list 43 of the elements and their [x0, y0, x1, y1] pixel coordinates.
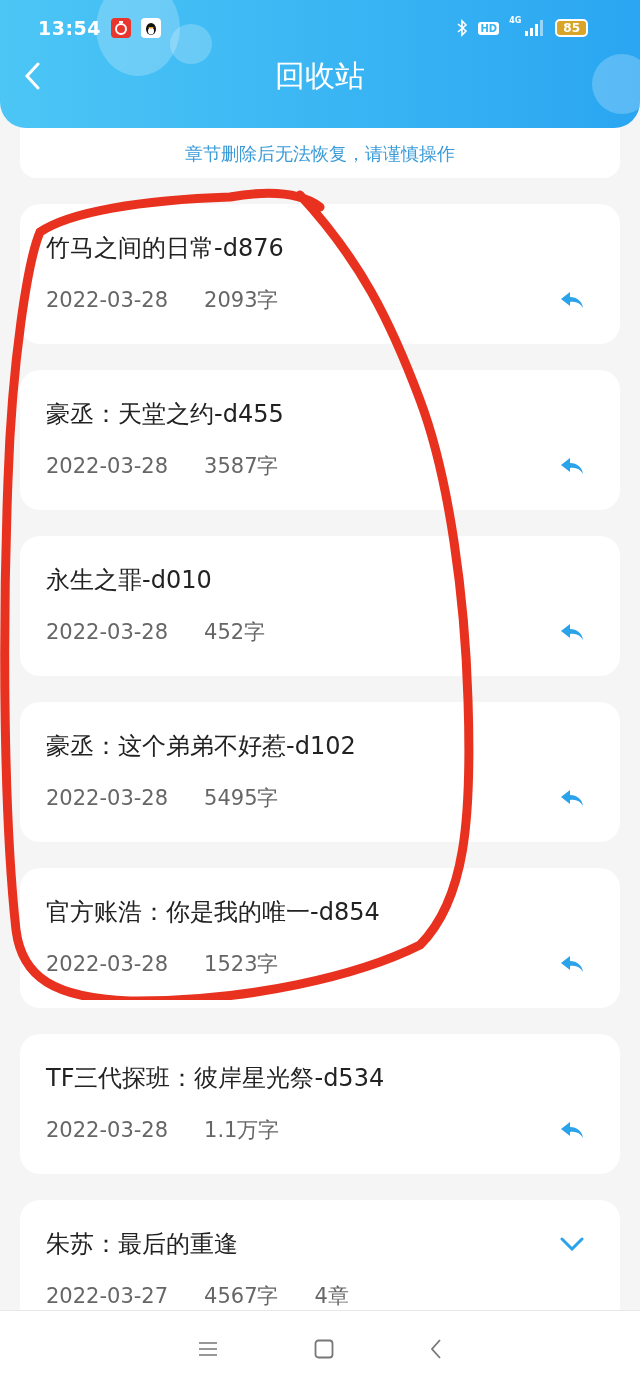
battery-indicator: 85 — [555, 19, 588, 37]
back-icon[interactable] — [430, 1339, 442, 1359]
item-date: 2022-03-28 — [46, 454, 169, 478]
item-title: 竹马之间的日常-d876 — [46, 233, 284, 264]
word-count: 1523字 — [204, 951, 279, 978]
item-title: TF三代探班：彼岸星光祭-d534 — [46, 1063, 385, 1094]
restore-icon[interactable] — [560, 955, 584, 973]
restore-icon[interactable] — [560, 623, 584, 641]
word-count: 1.1万字 — [204, 1117, 280, 1144]
app-icon — [111, 18, 131, 38]
item-date: 2022-03-27 — [46, 1284, 169, 1308]
chapter-count: 4章 — [314, 1283, 349, 1310]
item-title: 朱苏：最后的重逢 — [46, 1229, 238, 1260]
word-count: 2093字 — [204, 287, 279, 314]
item-title: 豪丞：天堂之约-d455 — [46, 399, 284, 430]
item-title: 永生之罪-d010 — [46, 565, 212, 596]
home-icon[interactable] — [314, 1339, 334, 1359]
menu-icon[interactable] — [198, 1341, 218, 1357]
item-title: 官方账浩：你是我的唯一-d854 — [46, 897, 380, 928]
chevron-icon[interactable] — [560, 1237, 584, 1251]
restore-icon[interactable] — [560, 457, 584, 475]
word-count: 5495字 — [204, 785, 279, 812]
item-date: 2022-03-28 — [46, 288, 169, 312]
restore-icon[interactable] — [560, 1121, 584, 1139]
penguin-icon — [141, 18, 161, 38]
item-date: 2022-03-28 — [46, 786, 169, 810]
signal-icon — [523, 20, 546, 36]
item-title: 豪丞：这个弟弟不好惹-d102 — [46, 731, 356, 762]
item-date: 2022-03-28 — [46, 1118, 169, 1142]
word-count: 452字 — [204, 619, 266, 646]
restore-icon[interactable] — [560, 789, 584, 807]
hd-badge: HD — [478, 21, 500, 35]
network-label: 4G — [509, 16, 522, 25]
word-count: 3587字 — [204, 453, 279, 480]
item-date: 2022-03-28 — [46, 620, 169, 644]
item-date: 2022-03-28 — [46, 952, 169, 976]
word-count: 4567字 — [204, 1283, 279, 1310]
status-time: 13:54 — [38, 17, 101, 39]
bubble-decoration — [592, 54, 640, 114]
restore-icon[interactable] — [560, 291, 584, 309]
bluetooth-icon — [456, 19, 469, 37]
page-title: 回收站 — [275, 56, 365, 95]
warning-text: 章节删除后无法恢复，请谨慎操作 — [185, 143, 455, 164]
